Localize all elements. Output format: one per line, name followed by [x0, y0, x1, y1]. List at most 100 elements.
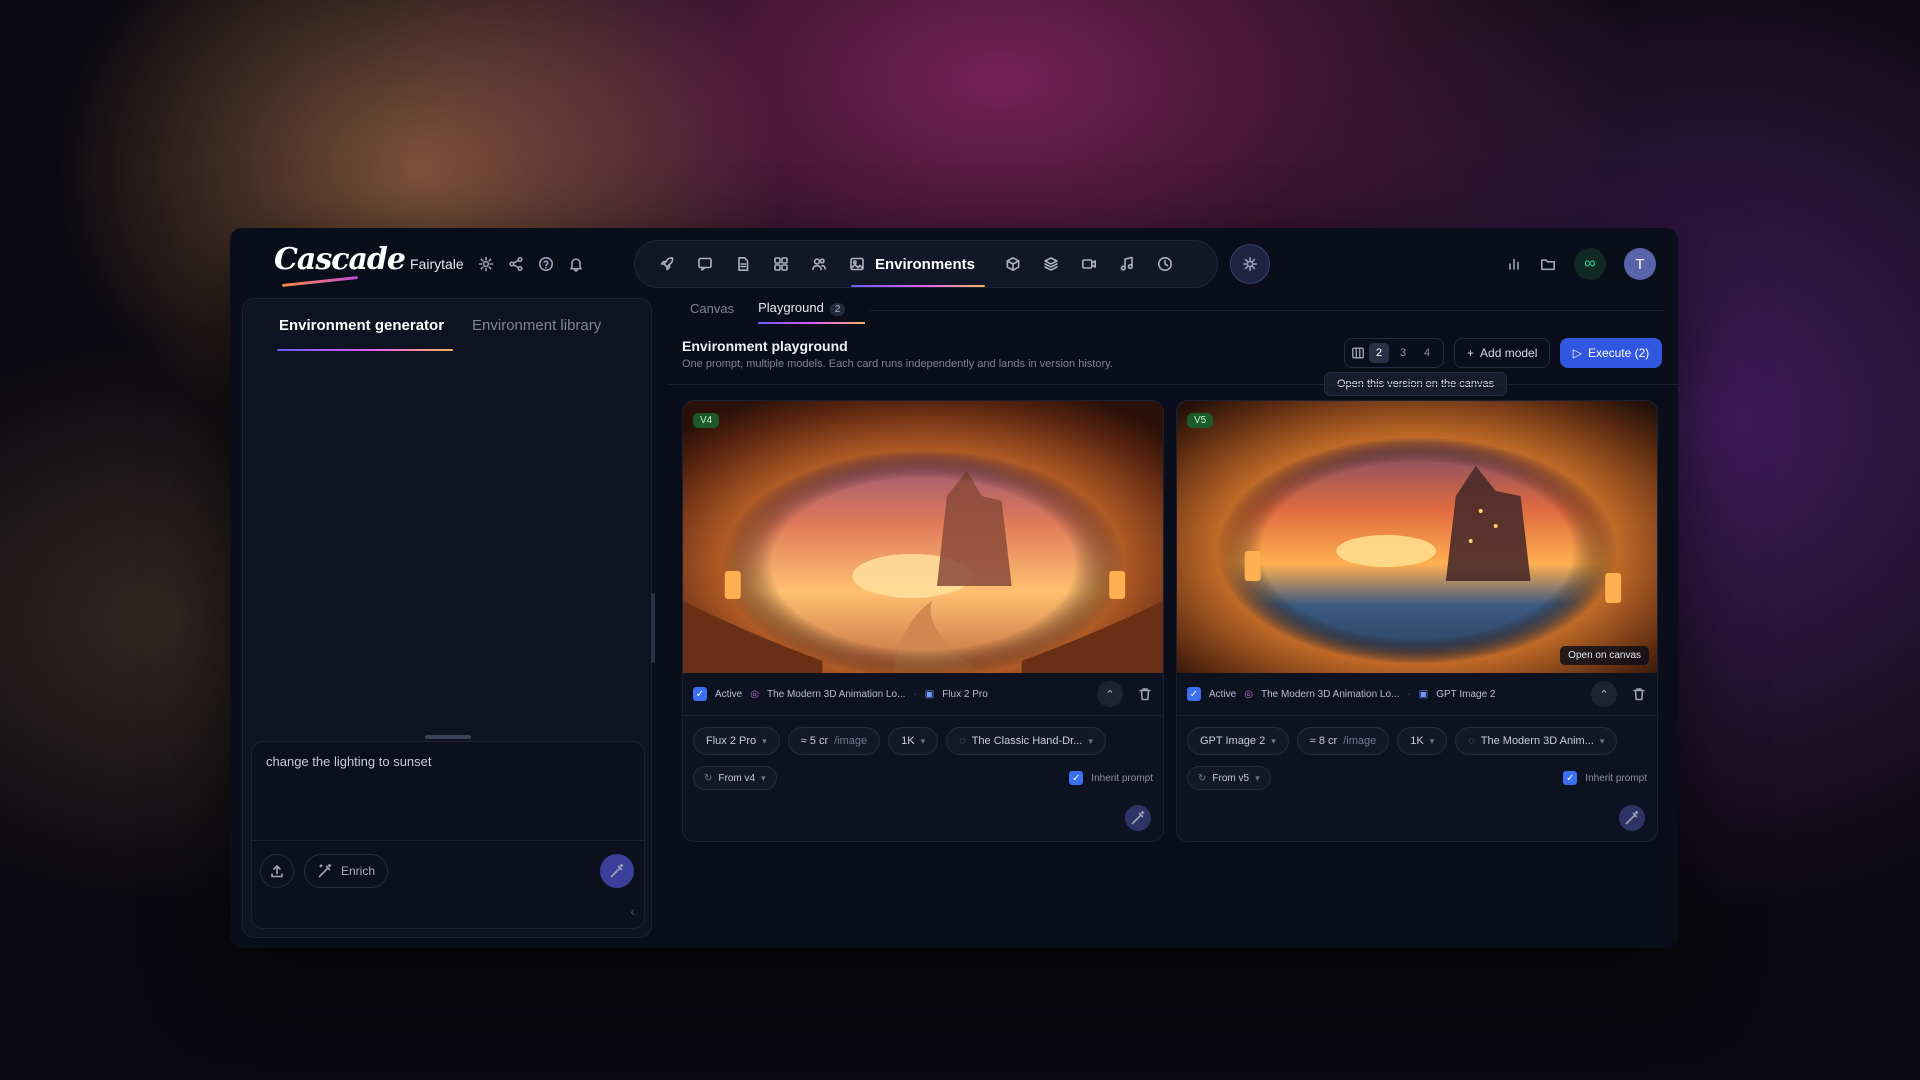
tab-playground-label: Playground	[758, 300, 824, 315]
tab-canvas[interactable]: Canvas	[690, 301, 734, 316]
style-select[interactable]: ◌ The Classic Hand-Dr... ▾	[946, 727, 1106, 755]
chevron-down-icon: ▾	[1599, 735, 1605, 746]
collapse-button[interactable]: ⌃	[1097, 681, 1123, 707]
inherit-prompt-toggle[interactable]: ✓ Inherit prompt	[1069, 771, 1153, 785]
resolution-select[interactable]: 1K ▾	[1397, 727, 1448, 755]
cost-badge: ≈ 5 cr/image	[787, 727, 881, 755]
chevron-down-icon: ▾	[1255, 772, 1260, 783]
from-version-value: From v4	[718, 772, 756, 784]
upload-button[interactable]	[260, 854, 294, 888]
cost-value: ≈ 5 cr	[800, 735, 829, 747]
inherit-checkbox[interactable]: ✓	[1069, 771, 1084, 785]
magic-wand-icon	[317, 863, 333, 879]
active-label: Active	[1209, 688, 1237, 700]
credits-infinity-icon[interactable]: ∞	[1574, 248, 1606, 280]
cost-unit: /image	[1343, 735, 1377, 747]
run-card-button[interactable]	[1619, 805, 1645, 831]
style-icon: ◌	[959, 735, 966, 747]
music-icon[interactable]	[1119, 256, 1135, 272]
left-tabs: Environment generator Environment librar…	[279, 317, 601, 334]
collapse-button[interactable]: ⌃	[1591, 681, 1617, 707]
plus-icon: +	[1467, 346, 1475, 360]
columns-option-4[interactable]: 4	[1417, 343, 1437, 363]
left-panel: Environment generator Environment librar…	[242, 298, 655, 938]
model-tag: GPT Image 2	[1436, 688, 1496, 700]
header-right: ∞ T	[1506, 248, 1656, 280]
prompt-drag-handle[interactable]	[425, 735, 471, 739]
page-title: Environment playground	[682, 338, 848, 354]
app-logo[interactable]: Cascade	[274, 242, 406, 277]
help-icon[interactable]	[538, 256, 554, 272]
chevron-down-icon: ▾	[920, 735, 926, 746]
main-tabs: Canvas Playground 2	[690, 300, 866, 324]
style-select[interactable]: ◌ The Modern 3D Anim... ▾	[1455, 727, 1618, 755]
branch-icon: ↻	[1198, 772, 1207, 784]
from-version-select[interactable]: ↻ From v5 ▾	[1187, 766, 1271, 790]
style-select-value: The Classic Hand-Dr...	[971, 735, 1083, 747]
tab-playground[interactable]: Playground 2	[758, 300, 866, 324]
chat-icon[interactable]	[697, 256, 713, 272]
top-bar: Cascade Fairytale Environments ∞ T	[230, 228, 1678, 300]
model-select[interactable]: GPT Image 2 ▾	[1187, 727, 1289, 755]
model-select[interactable]: Flux 2 Pro ▾	[693, 727, 780, 755]
style-select-value: The Modern 3D Anim...	[1480, 735, 1594, 747]
environment-image[interactable]: V4	[683, 401, 1163, 673]
prompt-input[interactable]: change the lighting to sunset	[266, 754, 432, 769]
nav-environments[interactable]: Environments	[849, 256, 986, 287]
resolution-select[interactable]: 1K ▾	[888, 727, 939, 755]
people-icon[interactable]	[811, 256, 827, 272]
tab-environment-generator[interactable]: Environment generator	[279, 317, 444, 334]
active-checkbox[interactable]: ✓	[1187, 687, 1201, 701]
settings-icon[interactable]	[478, 256, 494, 272]
user-avatar[interactable]: T	[1624, 248, 1656, 280]
style-icon: ◎	[1244, 688, 1253, 700]
analytics-icon[interactable]	[1506, 256, 1522, 272]
prompt-divider	[252, 840, 644, 841]
columns-option-2[interactable]: 2	[1369, 343, 1389, 363]
chevron-down-icon: ▾	[1429, 735, 1435, 746]
layers-icon[interactable]	[1043, 256, 1059, 272]
model-select-value: GPT Image 2	[1200, 735, 1266, 747]
chevron-down-icon: ▾	[1271, 735, 1276, 746]
panel-resize-handle[interactable]	[651, 593, 655, 663]
cost-value: ≈ 8 cr	[1309, 735, 1338, 747]
execute-button[interactable]: ▷ Execute (2)	[1560, 338, 1662, 368]
cube-icon[interactable]	[1005, 256, 1021, 272]
chevron-down-icon: ▾	[761, 772, 766, 783]
tab-environment-library[interactable]: Environment library	[472, 317, 601, 334]
separator: ·	[913, 688, 917, 700]
model-tag: Flux 2 Pro	[942, 688, 988, 700]
enrich-button[interactable]: Enrich	[304, 854, 389, 888]
model-icon: ▣	[924, 688, 935, 700]
rocket-icon[interactable]	[659, 256, 675, 272]
chevron-down-icon: ▾	[762, 735, 767, 746]
upload-icon	[269, 863, 285, 879]
bell-icon[interactable]	[568, 256, 584, 272]
collapse-panel-icon[interactable]: ‹	[630, 903, 635, 919]
card-settings-row: Flux 2 Pro ▾ ≈ 5 cr/image 1K ▾ ◌ The Classi…	[693, 727, 1106, 755]
share-icon[interactable]	[508, 256, 524, 272]
inherit-prompt-toggle[interactable]: ✓ Inherit prompt	[1563, 771, 1647, 785]
run-card-button[interactable]	[1125, 805, 1151, 831]
active-checkbox[interactable]: ✓	[693, 687, 707, 701]
inherit-label: Inherit prompt	[1091, 772, 1153, 784]
add-model-button[interactable]: + Add model	[1454, 338, 1551, 368]
playground-count-badge: 2	[829, 303, 846, 316]
video-icon[interactable]	[1081, 256, 1097, 272]
generate-button[interactable]	[600, 854, 634, 888]
trash-icon[interactable]	[1137, 686, 1153, 702]
folder-icon[interactable]	[1540, 256, 1556, 272]
magic-wand-icon	[1130, 810, 1146, 826]
trash-icon[interactable]	[1631, 686, 1647, 702]
environment-image[interactable]: V5 Open on canvas	[1177, 401, 1657, 673]
grid-icon[interactable]	[773, 256, 789, 272]
clock-icon[interactable]	[1157, 256, 1173, 272]
enrich-label: Enrich	[341, 864, 376, 878]
document-icon[interactable]	[735, 256, 751, 272]
columns-option-3[interactable]: 3	[1393, 343, 1413, 363]
inherit-checkbox[interactable]: ✓	[1563, 771, 1578, 785]
ai-assistant-button[interactable]	[1230, 244, 1270, 284]
open-on-canvas-button[interactable]: Open on canvas	[1560, 646, 1649, 665]
from-version-select[interactable]: ↻ From v4 ▾	[693, 766, 777, 790]
project-name[interactable]: Fairytale	[410, 256, 464, 272]
